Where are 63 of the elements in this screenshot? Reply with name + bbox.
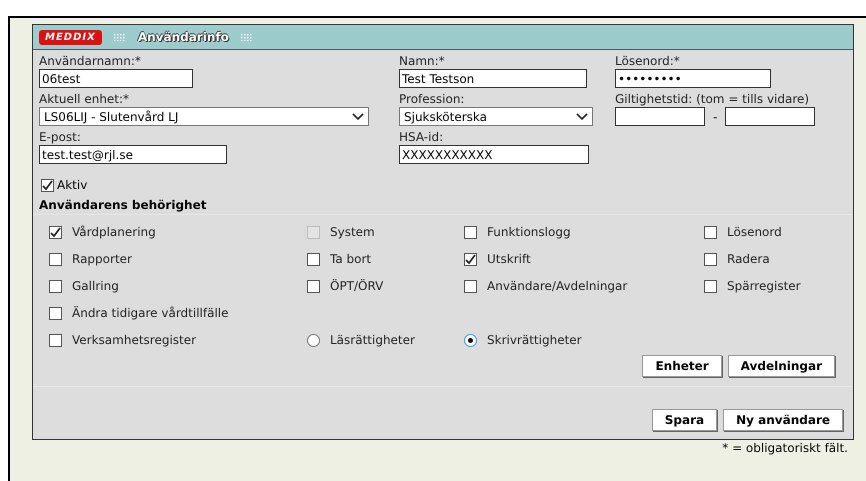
option-label: Skrivrättigheter <box>487 333 582 347</box>
panel-button[interactable]: Enheter <box>642 355 722 377</box>
field-label: Aktuell enhet:* <box>39 92 130 106</box>
checkbox[interactable] <box>307 252 320 266</box>
checkbox[interactable] <box>704 252 717 266</box>
chevron-down-icon <box>352 112 364 120</box>
dropdown[interactable]: Sjuksköterska <box>399 107 593 126</box>
checkbox-label: Aktiv <box>57 178 88 192</box>
text-field[interactable]: XXXXXXXXXXX <box>399 145 589 164</box>
checkbox[interactable] <box>49 252 62 266</box>
form-button[interactable]: Ny användare <box>723 409 843 431</box>
option-label: System <box>330 225 375 239</box>
option-label: ÖPT/ÖRV <box>330 279 384 293</box>
radio-button[interactable] <box>464 334 477 346</box>
checkbox[interactable] <box>49 226 62 238</box>
checkbox[interactable] <box>704 226 717 238</box>
checkbox[interactable] <box>464 280 477 292</box>
dropdown[interactable]: LS06LIJ - Slutenvård LJ <box>39 107 369 126</box>
checkbox[interactable] <box>49 306 62 320</box>
text-field[interactable]: ••••••••• <box>615 69 771 88</box>
panel-button[interactable]: Avdelningar <box>728 355 835 377</box>
checkbox[interactable] <box>41 178 54 192</box>
option-label: Spärregister <box>727 279 801 293</box>
field-label: Namn:* <box>399 54 446 68</box>
field-label: HSA-id: <box>399 130 444 144</box>
grip-icon <box>240 33 253 41</box>
field-label: Profession: <box>399 92 466 106</box>
field-label: E-post: <box>39 130 82 144</box>
option-label: Funktionslogg <box>487 225 571 239</box>
date-field[interactable] <box>725 107 816 126</box>
checkbox[interactable] <box>464 226 477 238</box>
field-label: Lösenord:* <box>615 54 681 68</box>
text-field[interactable]: test.test@rjl.se <box>39 145 227 164</box>
option-label: Ändra tidigare vårdtillfälle <box>72 306 228 320</box>
text-field[interactable]: Test Testson <box>399 69 587 88</box>
option-label: Radera <box>727 252 770 266</box>
footnote: * = obligatoriskt fält. <box>721 441 849 455</box>
field-label: Giltighetstid: (tom = tills vidare) <box>615 92 810 106</box>
checkbox[interactable] <box>464 252 477 266</box>
option-label: Rapporter <box>72 252 132 266</box>
option-label: Ta bort <box>330 252 372 266</box>
section-heading: Användarens behörighet <box>39 198 208 212</box>
grip-icon <box>114 33 126 41</box>
option-label: Verksamhetsregister <box>72 333 196 347</box>
text-field[interactable]: 06test <box>39 69 193 88</box>
checkbox[interactable] <box>49 334 62 346</box>
option-label: Användare/Avdelningar <box>487 279 628 293</box>
chevron-down-icon <box>576 112 588 120</box>
option-label: Lösenord <box>727 225 782 239</box>
range-separator: - <box>713 110 718 124</box>
checkbox[interactable] <box>49 280 62 292</box>
option-label: Gallring <box>72 279 119 293</box>
option-label: Läsrättigheter <box>330 333 415 347</box>
option-label: Vårdplanering <box>72 225 156 239</box>
field-label: Användarnamn:* <box>39 54 142 68</box>
date-field[interactable] <box>615 107 705 126</box>
radio-button[interactable] <box>307 334 320 346</box>
option-label: Utskrift <box>487 252 531 266</box>
checkbox[interactable] <box>307 280 320 292</box>
form-button[interactable]: Spara <box>652 409 718 431</box>
panel-title: Användarinfo <box>138 30 229 44</box>
checkbox[interactable] <box>704 280 717 292</box>
logo: MEDDIX <box>39 30 102 44</box>
